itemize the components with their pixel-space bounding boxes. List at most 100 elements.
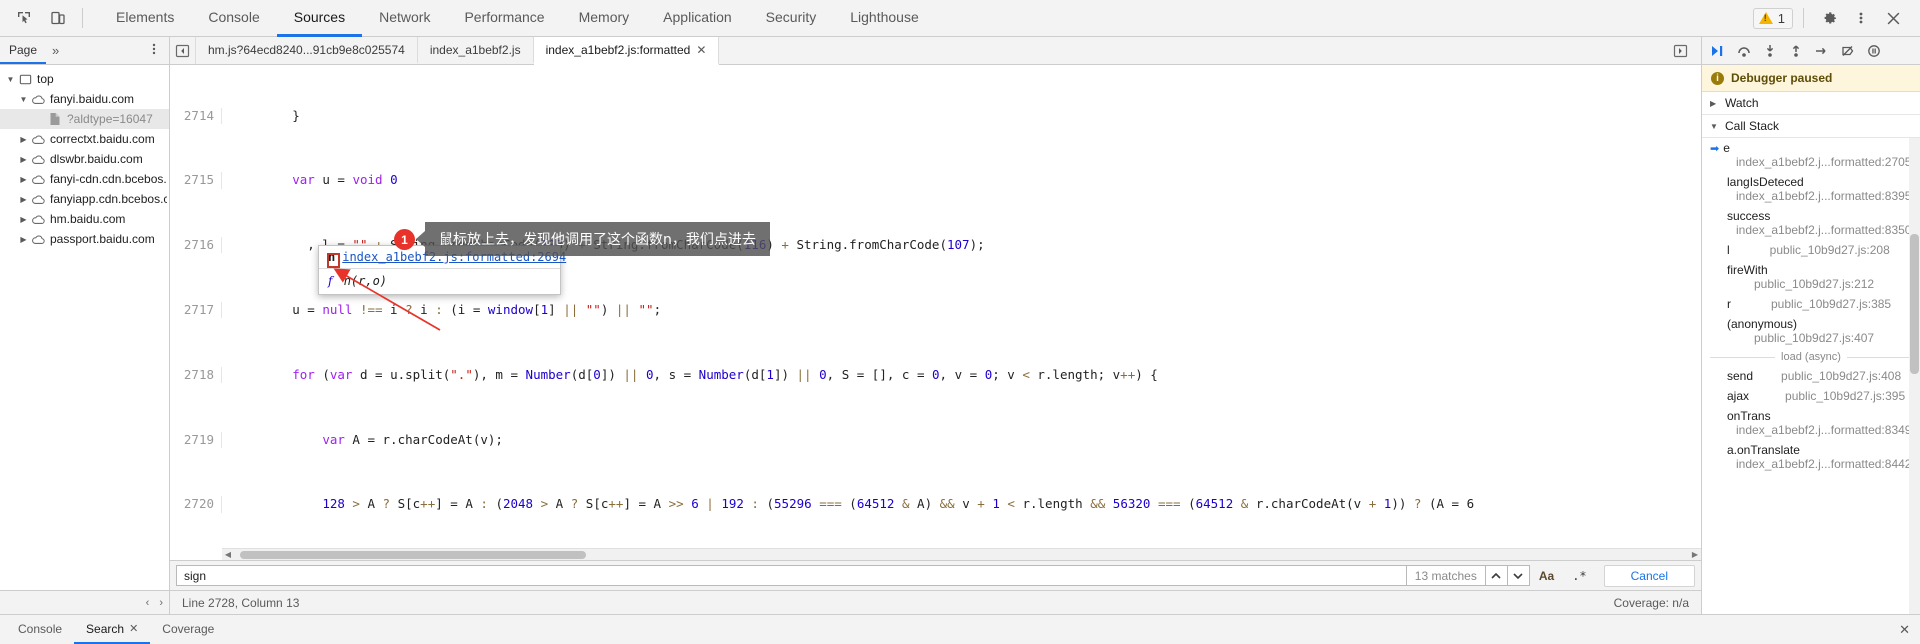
navigator-scroll-left[interactable]: ‹ xyxy=(146,597,150,609)
call-stack-frame[interactable]: success index_a1bebf2.j...formatted:8350 xyxy=(1702,206,1920,240)
call-stack-frame[interactable]: fireWith public_10b9d27.js:212 xyxy=(1702,260,1920,294)
search-input[interactable] xyxy=(182,567,1401,584)
call-stack-frame[interactable]: l public_10b9d27.js:208 xyxy=(1702,240,1920,260)
tab-performance-label: Performance xyxy=(464,9,545,25)
tree-node-fanyiapp-cdn[interactable]: ▶ fanyiapp.cdn.bcebos.c xyxy=(0,189,169,209)
code-line[interactable]: 2717 u = null !== i ? i : (i = window[1]… xyxy=(170,302,1701,319)
search-prev-button[interactable] xyxy=(1485,565,1508,586)
regex-toggle[interactable]: .* xyxy=(1563,565,1595,586)
tab-performance[interactable]: Performance xyxy=(447,0,561,37)
call-stack-frame[interactable]: a.onTranslate index_a1bebf2.j...formatte… xyxy=(1702,440,1920,474)
chevron-right-icon[interactable]: ▶ xyxy=(17,195,30,204)
chevron-right-icon[interactable]: ▶ xyxy=(1710,99,1719,108)
search-cancel-button[interactable]: Cancel xyxy=(1603,564,1695,587)
call-stack-frame[interactable]: r public_10b9d27.js:385 xyxy=(1702,294,1920,314)
navigator-scroll-right[interactable]: › xyxy=(159,597,163,609)
code-line[interactable]: 2714 } xyxy=(170,107,1701,124)
tab-lighthouse[interactable]: Lighthouse xyxy=(833,0,936,37)
call-stack-frame[interactable]: onTrans index_a1bebf2.j...formatted:8349 xyxy=(1702,406,1920,440)
chevron-down-icon[interactable]: ▼ xyxy=(17,95,30,104)
tree-node-hm-baidu-com[interactable]: ▶ hm.baidu.com xyxy=(0,209,169,229)
navigator-tab-page[interactable]: Page xyxy=(0,37,47,64)
inspect-element-icon[interactable] xyxy=(10,5,38,31)
call-stack-frame[interactable]: send public_10b9d27.js:408 xyxy=(1702,366,1920,386)
call-stack-list[interactable]: ➡ e index_a1bebf2.j...formatted:2705 lan… xyxy=(1702,138,1920,614)
step-icon[interactable] xyxy=(1810,39,1834,63)
info-icon: i xyxy=(1711,71,1724,85)
editor-search-bar: 13 matches Aa .* Cancel xyxy=(170,560,1701,590)
tree-node-fanyi-baidu-com-label: fanyi.baidu.com xyxy=(50,92,135,106)
frame-location: public_10b9d27.js:208 xyxy=(1769,243,1890,257)
section-call-stack[interactable]: ▼ Call Stack xyxy=(1702,115,1920,138)
scroll-left-icon[interactable]: ◀ xyxy=(222,550,234,559)
navigator-kebab-icon[interactable] xyxy=(139,42,169,59)
close-drawer-icon[interactable]: ✕ xyxy=(1899,622,1910,638)
file-tab-index-js-formatted[interactable]: index_a1bebf2.js:formatted ✕ xyxy=(533,37,720,65)
call-stack-frame[interactable]: (anonymous) public_10b9d27.js:407 xyxy=(1702,314,1920,348)
line-text: 128 > A ? S[c++] = A : (2048 > A ? S[c++… xyxy=(322,496,1475,512)
editor-horizontal-scrollbar[interactable]: ◀ ▶ xyxy=(222,548,1701,560)
search-next-button[interactable] xyxy=(1507,565,1530,586)
code-line[interactable]: 2720 128 > A ? S[c++] = A : (2048 > A ? … xyxy=(170,496,1701,513)
close-devtools-icon[interactable] xyxy=(1878,4,1908,32)
search-input-wrapper[interactable] xyxy=(176,565,1407,586)
tree-node-correctxt-baidu-com[interactable]: ▶ correctxt.baidu.com xyxy=(0,129,169,149)
warning-count-badge[interactable]: 1 xyxy=(1752,7,1793,29)
tab-console[interactable]: Console xyxy=(191,0,276,37)
match-case-toggle[interactable]: Aa xyxy=(1530,565,1563,586)
chevron-down-icon[interactable]: ▼ xyxy=(4,75,17,84)
tree-node-passport-baidu-com[interactable]: ▶ passport.baidu.com xyxy=(0,229,169,249)
tree-node-dlswbr-baidu-com[interactable]: ▶ dlswbr.baidu.com xyxy=(0,149,169,169)
call-stack-frame[interactable]: ➡ e index_a1bebf2.j...formatted:2705 xyxy=(1702,138,1920,172)
scrollbar-thumb[interactable] xyxy=(240,550,586,559)
close-icon[interactable]: ✕ xyxy=(129,622,138,635)
chevron-right-icon[interactable]: ▶ xyxy=(17,175,30,184)
collapse-navigator-icon[interactable] xyxy=(170,37,196,64)
chevron-right-icon[interactable]: ▶ xyxy=(17,155,30,164)
code-line[interactable]: 2715 var u = void 0 xyxy=(170,172,1701,189)
deactivate-breakpoints-icon[interactable] xyxy=(1836,39,1860,63)
scroll-right-icon[interactable]: ▶ xyxy=(1689,550,1701,559)
function-glyph-icon: f xyxy=(328,274,333,288)
navigator-more-tabs-icon[interactable]: » xyxy=(46,43,65,58)
chevron-right-icon[interactable]: ▶ xyxy=(17,215,30,224)
tree-node-aldtype-document[interactable]: ?aldtype=16047 xyxy=(0,109,169,129)
expand-editor-icon[interactable] xyxy=(1667,44,1693,58)
tree-node-fanyi-cdn[interactable]: ▶ fanyi-cdn.cdn.bcebos. xyxy=(0,169,169,189)
call-stack-frame[interactable]: ajax public_10b9d27.js:395 xyxy=(1702,386,1920,406)
file-tab-hm-js[interactable]: hm.js?64ecd8240...91cb9e8c025574 xyxy=(196,37,418,64)
step-into-icon[interactable] xyxy=(1758,39,1782,63)
debugger-scrollbar[interactable] xyxy=(1909,138,1920,614)
section-watch[interactable]: ▶ Watch xyxy=(1702,92,1920,115)
call-stack-frame[interactable]: langIsDeteced index_a1bebf2.j...formatte… xyxy=(1702,172,1920,206)
drawer-tab-coverage[interactable]: Coverage xyxy=(150,615,226,644)
code-line[interactable]: 2719 var A = r.charCodeAt(v); xyxy=(170,431,1701,448)
frame-name: langIsDeteced xyxy=(1727,175,1804,189)
pause-on-exceptions-icon[interactable] xyxy=(1862,39,1886,63)
chevron-down-icon[interactable]: ▼ xyxy=(1710,122,1719,131)
editor-column: hm.js?64ecd8240...91cb9e8c025574 index_a… xyxy=(170,37,1702,614)
tab-security[interactable]: Security xyxy=(749,0,834,37)
device-toolbar-icon[interactable] xyxy=(44,5,72,31)
tab-sources[interactable]: Sources xyxy=(276,0,363,37)
chevron-right-icon[interactable]: ▶ xyxy=(17,135,30,144)
resume-script-icon[interactable] xyxy=(1706,39,1730,63)
drawer-tab-console[interactable]: Console xyxy=(6,615,74,644)
tab-elements[interactable]: Elements xyxy=(99,0,191,37)
tab-memory[interactable]: Memory xyxy=(562,0,647,37)
file-tab-index-js[interactable]: index_a1bebf2.js xyxy=(418,37,534,64)
close-icon[interactable]: ✕ xyxy=(696,43,706,57)
step-out-icon[interactable] xyxy=(1784,39,1808,63)
step-over-icon[interactable] xyxy=(1732,39,1756,63)
code-line[interactable]: 2718 for (var d = u.split("."), m = Numb… xyxy=(170,366,1701,383)
gear-icon[interactable] xyxy=(1814,4,1844,32)
tab-network[interactable]: Network xyxy=(362,0,447,37)
tree-node-top[interactable]: ▼ top xyxy=(0,69,169,89)
tree-node-fanyi-baidu-com[interactable]: ▼ fanyi.baidu.com xyxy=(0,89,169,109)
drawer-tab-search[interactable]: Search ✕ xyxy=(74,615,151,644)
tab-application[interactable]: Application xyxy=(646,0,749,37)
more-options-kebab-icon[interactable] xyxy=(1846,4,1876,32)
scrollbar-thumb[interactable] xyxy=(1910,234,1919,374)
chevron-right-icon[interactable]: ▶ xyxy=(17,235,30,244)
code-editor[interactable]: 2714 } 2715 var u = void 0 2716 , l = ""… xyxy=(170,65,1701,560)
